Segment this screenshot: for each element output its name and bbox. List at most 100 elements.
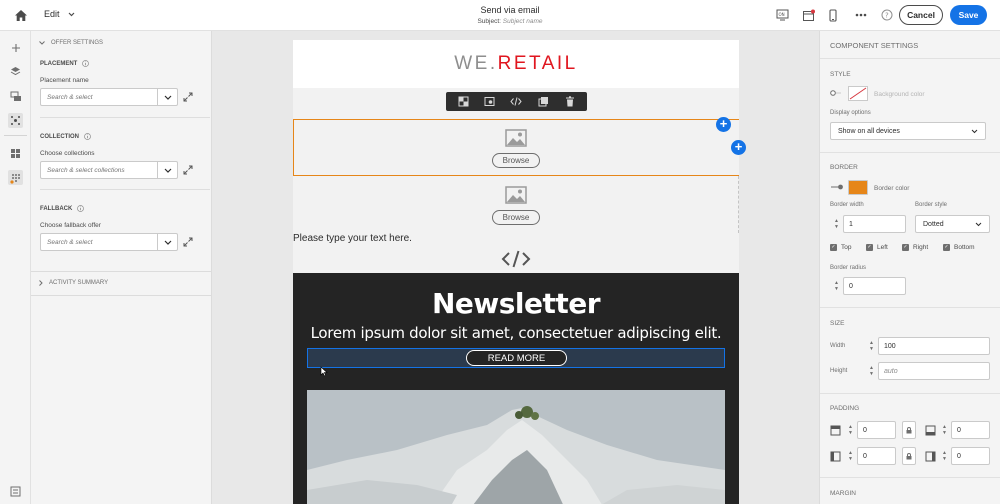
width-value[interactable]: 100 xyxy=(878,337,990,355)
toggle-icon[interactable] xyxy=(830,90,842,96)
padding-left-value[interactable]: 0 xyxy=(857,447,896,465)
activity-summary-accordion[interactable]: ACTIVITY SUMMARY xyxy=(39,280,108,286)
logo[interactable]: WE.RETAIL xyxy=(293,40,739,88)
border-bottom-checkbox[interactable]: ✓ Bottom xyxy=(943,244,975,251)
settings-bottom-icon[interactable] xyxy=(8,484,23,499)
info-icon[interactable] xyxy=(77,205,85,212)
chevron-down-icon[interactable] xyxy=(157,89,177,105)
toggle-on-icon[interactable] xyxy=(830,184,844,190)
stepper-arrows-icon[interactable]: ▲ ▼ xyxy=(844,421,857,439)
padding-right-stepper[interactable]: ▲ ▼ 0 xyxy=(938,447,990,465)
assets-icon[interactable] xyxy=(8,113,23,128)
padding-top-stepper[interactable]: ▲ ▼ 0 xyxy=(844,421,896,439)
height-label: Height xyxy=(830,368,848,374)
select-parent-icon[interactable] xyxy=(457,96,469,108)
height-value[interactable]: auto xyxy=(878,362,990,380)
border-right-checkbox[interactable]: ✓ Right xyxy=(902,244,928,251)
chevron-down-icon[interactable] xyxy=(157,162,177,178)
read-more-button[interactable]: READ MORE xyxy=(466,350,567,366)
fallback-picker[interactable] xyxy=(40,233,178,251)
personalize-icon[interactable] xyxy=(484,96,496,108)
chevron-down-icon[interactable] xyxy=(157,234,177,250)
info-icon[interactable] xyxy=(82,60,90,67)
placement-heading: PLACEMENT xyxy=(40,60,90,67)
border-radius-label: Border radius xyxy=(830,265,867,271)
expand-icon[interactable] xyxy=(183,237,193,247)
stepper-arrows-icon[interactable]: ▲ ▼ xyxy=(830,215,843,233)
desktop-preview-icon[interactable]: ON xyxy=(775,8,789,22)
collection-search-input[interactable] xyxy=(41,162,157,178)
lock-icon[interactable] xyxy=(902,447,916,465)
padding-right-value[interactable]: 0 xyxy=(951,447,990,465)
subject-line[interactable]: Subject: Subject name xyxy=(380,18,640,25)
edit-menu[interactable]: Edit xyxy=(44,9,75,19)
offers-icon[interactable] xyxy=(8,170,23,185)
add-icon[interactable] xyxy=(8,40,23,55)
newsletter-title[interactable]: Newsletter xyxy=(293,287,739,320)
fragments-icon[interactable] xyxy=(8,89,23,104)
email-canvas: WE.RETAIL Browse Browse Please type your… xyxy=(212,31,819,504)
offer-settings-accordion[interactable]: OFFER SETTINGS xyxy=(39,40,103,46)
image-component[interactable]: Browse xyxy=(293,120,739,176)
border-left-checkbox[interactable]: ✓ Left xyxy=(866,244,888,251)
duplicate-icon[interactable] xyxy=(537,96,549,108)
no-color-swatch[interactable] xyxy=(848,86,868,101)
component-settings-panel: COMPONENT SETTINGS STYLE Background colo… xyxy=(819,31,1000,504)
collection-picker[interactable] xyxy=(40,161,178,179)
lock-icon[interactable] xyxy=(902,421,916,439)
delete-icon[interactable] xyxy=(564,96,576,108)
stepper-arrows-icon[interactable]: ▲ ▼ xyxy=(938,447,951,465)
border-width-stepper[interactable]: ▲ ▼ 1 xyxy=(830,215,906,233)
mobile-preview-icon[interactable] xyxy=(826,8,840,22)
divider xyxy=(31,271,212,272)
components-icon[interactable] xyxy=(8,146,23,161)
border-style-select[interactable]: Dotted xyxy=(915,215,990,233)
expand-icon[interactable] xyxy=(183,165,193,175)
padding-bottom-value[interactable]: 0 xyxy=(951,421,990,439)
help-icon[interactable]: ? xyxy=(880,8,894,22)
padding-bottom-stepper[interactable]: ▲ ▼ 0 xyxy=(938,421,990,439)
border-top-checkbox[interactable]: ✓ Top xyxy=(830,244,851,251)
padding-left-stepper[interactable]: ▲ ▼ 0 xyxy=(844,447,896,465)
schedule-icon[interactable] xyxy=(801,8,815,22)
browse-button[interactable]: Browse xyxy=(492,153,540,168)
width-stepper[interactable]: ▲ ▼ 100 xyxy=(865,337,990,355)
text-component[interactable]: Please type your text here. xyxy=(293,233,412,244)
info-icon[interactable] xyxy=(84,133,91,140)
placement-name-label: Placement name xyxy=(40,77,89,84)
checkmark-icon: ✓ xyxy=(943,244,950,251)
border-width-value[interactable]: 1 xyxy=(843,215,906,233)
fallback-search-input[interactable] xyxy=(41,234,157,250)
mountain-image[interactable] xyxy=(307,390,725,504)
home-icon[interactable] xyxy=(13,8,29,22)
add-component-button[interactable]: + xyxy=(716,117,731,132)
stepper-arrows-icon[interactable]: ▲ ▼ xyxy=(830,277,843,295)
selected-button-row[interactable]: READ MORE xyxy=(307,348,725,368)
newsletter-subtitle[interactable]: Lorem ipsum dolor sit amet, consectetuer… xyxy=(293,324,739,342)
code-icon[interactable] xyxy=(510,96,523,108)
display-options-select[interactable]: Show on all devices xyxy=(830,122,986,140)
add-component-button[interactable]: + xyxy=(731,140,746,155)
html-code-icon[interactable] xyxy=(501,249,531,269)
chevron-down-icon xyxy=(971,129,978,134)
more-icon[interactable] xyxy=(854,8,868,22)
padding-top-value[interactable]: 0 xyxy=(857,421,896,439)
left-rail xyxy=(0,31,31,504)
placement-search-input[interactable] xyxy=(41,89,157,105)
height-stepper[interactable]: ▲ ▼ auto xyxy=(865,362,990,380)
newsletter-section[interactable]: Newsletter Lorem ipsum dolor sit amet, c… xyxy=(293,273,739,504)
placement-picker[interactable] xyxy=(40,88,178,106)
expand-icon[interactable] xyxy=(183,92,193,102)
cancel-button[interactable]: Cancel xyxy=(899,5,943,25)
stepper-arrows-icon[interactable]: ▲ ▼ xyxy=(938,421,951,439)
stepper-arrows-icon[interactable]: ▲ ▼ xyxy=(865,362,878,380)
stepper-arrows-icon[interactable]: ▲ ▼ xyxy=(844,447,857,465)
save-button[interactable]: Save xyxy=(950,5,987,25)
border-radius-stepper[interactable]: ▲ ▼ 0 xyxy=(830,277,906,295)
border-color-swatch[interactable] xyxy=(848,180,868,195)
layers-icon[interactable] xyxy=(8,64,23,79)
image-placeholder-icon xyxy=(505,129,527,147)
stepper-arrows-icon[interactable]: ▲ ▼ xyxy=(865,337,878,355)
logo-text-right: RETAIL xyxy=(497,53,578,74)
border-radius-value[interactable]: 0 xyxy=(843,277,906,295)
